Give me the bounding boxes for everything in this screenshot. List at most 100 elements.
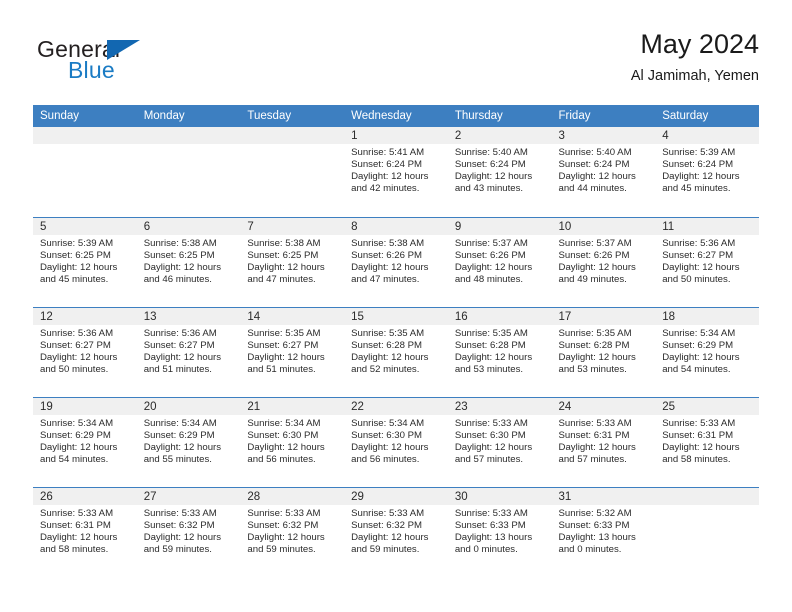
daylight-text: Daylight: 12 hours and 58 minutes. xyxy=(40,531,118,555)
calendar-day-cell[interactable]: 8 Sunrise: 5:38 AM Sunset: 6:26 PM Daylight… xyxy=(344,216,448,307)
sunset-text: Sunset: 6:32 PM xyxy=(247,519,319,531)
sunrise-text: Sunrise: 5:33 AM xyxy=(558,417,632,429)
calendar-day-cell[interactable]: 28 Sunrise: 5:33 AM Sunset: 6:32 PM Dayligh… xyxy=(240,486,345,577)
sunrise-text: Sunrise: 5:40 AM xyxy=(454,147,528,158)
calendar-week-row: 1 Sunrise: 5:41 AM Sunset: 6:24 PM Daylight… xyxy=(33,127,759,217)
calendar-day-cell[interactable]: 7 Sunrise: 5:38 AM Sunset: 6:25 PM Daylight… xyxy=(240,216,345,307)
weekday-header-sunday: Sunday xyxy=(33,105,137,127)
calendar-day-cell[interactable]: 19 Sunrise: 5:34 AM Sunset: 6:29 PM Dayligh… xyxy=(33,396,137,487)
general-blue-logo[interactable]: General Blue xyxy=(37,36,217,92)
calendar-day-cell[interactable]: 2 Sunrise: 5:40 AM Sunset: 6:24 PM Daylight… xyxy=(447,127,552,217)
sunset-text: Sunset: 6:26 PM xyxy=(558,249,630,261)
sunset-text: Sunset: 6:32 PM xyxy=(351,519,423,531)
calendar-day-cell[interactable]: 18 Sunrise: 5:34 AM Sunset: 6:29 PM Dayligh… xyxy=(655,306,759,397)
day-number: 28 xyxy=(240,487,345,505)
day-number: 9 xyxy=(447,217,552,235)
calendar-day-cell[interactable]: 12 Sunrise: 5:36 AM Sunset: 6:27 PM Dayligh… xyxy=(33,306,137,397)
calendar-day-cell-empty xyxy=(655,486,759,577)
sunrise-text: Sunrise: 5:39 AM xyxy=(662,147,736,158)
calendar-day-cell[interactable]: 30 Sunrise: 5:33 AM Sunset: 6:33 PM Dayligh… xyxy=(447,486,552,577)
calendar-day-cell[interactable]: 24 Sunrise: 5:33 AM Sunset: 6:31 PM Dayligh… xyxy=(551,396,656,487)
calendar-day-cell[interactable]: 17 Sunrise: 5:35 AM Sunset: 6:28 PM Dayligh… xyxy=(551,306,656,397)
calendar-day-cell[interactable]: 3 Sunrise: 5:40 AM Sunset: 6:24 PM Daylight… xyxy=(551,127,656,217)
sunset-text: Sunset: 6:31 PM xyxy=(558,429,630,441)
calendar-day-cell[interactable]: 5 Sunrise: 5:39 AM Sunset: 6:25 PM Daylight… xyxy=(33,216,137,307)
sunrise-text: Sunrise: 5:33 AM xyxy=(351,507,425,519)
calendar-day-cell[interactable]: 15 Sunrise: 5:35 AM Sunset: 6:28 PM Dayligh… xyxy=(344,306,448,397)
day-number: 6 xyxy=(136,217,241,235)
sunset-text: Sunset: 6:31 PM xyxy=(662,429,734,441)
sunrise-text: Sunrise: 5:34 AM xyxy=(247,417,321,429)
sunrise-text: Sunrise: 5:34 AM xyxy=(143,417,217,429)
day-number: 3 xyxy=(551,127,656,144)
daylight-text: Daylight: 12 hours and 50 minutes. xyxy=(662,261,740,285)
sunset-text: Sunset: 6:25 PM xyxy=(40,249,111,261)
calendar-day-cell[interactable]: 13 Sunrise: 5:36 AM Sunset: 6:27 PM Dayligh… xyxy=(136,306,241,397)
sunset-text: Sunset: 6:28 PM xyxy=(454,339,526,351)
day-details: Sunrise: 5:33 AM Sunset: 6:32 PM Daylight:… xyxy=(240,505,344,556)
calendar-day-cell[interactable]: 1 Sunrise: 5:41 AM Sunset: 6:24 PM Daylight… xyxy=(344,127,448,217)
calendar-body: 1 Sunrise: 5:41 AM Sunset: 6:24 PM Daylight… xyxy=(33,127,759,577)
page-title: May 2024 xyxy=(640,29,759,59)
daylight-text: Daylight: 12 hours and 56 minutes. xyxy=(351,441,429,465)
calendar-day-cell[interactable]: 29 Sunrise: 5:33 AM Sunset: 6:32 PM Dayligh… xyxy=(344,486,448,577)
day-number: 10 xyxy=(551,217,656,235)
calendar-day-cell-empty xyxy=(240,127,345,217)
day-details: Sunrise: 5:38 AM Sunset: 6:26 PM Daylight:… xyxy=(344,235,448,286)
calendar-day-cell[interactable]: 22 Sunrise: 5:34 AM Sunset: 6:30 PM Dayligh… xyxy=(344,396,448,487)
sunrise-text: Sunrise: 5:35 AM xyxy=(558,327,632,339)
calendar-day-cell-empty xyxy=(33,127,137,217)
calendar-day-cell[interactable]: 16 Sunrise: 5:35 AM Sunset: 6:28 PM Dayligh… xyxy=(447,306,552,397)
sunset-text: Sunset: 6:26 PM xyxy=(454,249,526,261)
day-number: 13 xyxy=(136,307,241,325)
calendar-day-cell[interactable]: 10 Sunrise: 5:37 AM Sunset: 6:26 PM Dayligh… xyxy=(551,216,656,307)
calendar-week-row: 12 Sunrise: 5:36 AM Sunset: 6:27 PM Dayligh… xyxy=(33,306,759,397)
sunrise-text: Sunrise: 5:35 AM xyxy=(454,327,528,339)
day-number: 1 xyxy=(344,127,448,144)
day-number: 17 xyxy=(551,307,656,325)
day-number: 11 xyxy=(655,217,759,235)
sunset-text: Sunset: 6:25 PM xyxy=(143,249,215,261)
day-details: Sunrise: 5:34 AM Sunset: 6:29 PM Daylight:… xyxy=(137,415,241,466)
sunrise-text: Sunrise: 5:38 AM xyxy=(143,237,217,249)
daylight-text: Daylight: 12 hours and 48 minutes. xyxy=(454,261,533,285)
calendar-day-cell[interactable]: 25 Sunrise: 5:33 AM Sunset: 6:31 PM Dayligh… xyxy=(655,396,759,487)
day-number: 20 xyxy=(136,397,241,415)
sunset-text: Sunset: 6:28 PM xyxy=(351,339,423,351)
calendar-day-cell[interactable]: 31 Sunrise: 5:32 AM Sunset: 6:33 PM Dayligh… xyxy=(551,486,656,577)
sunset-text: Sunset: 6:27 PM xyxy=(247,339,319,351)
calendar-day-cell[interactable]: 21 Sunrise: 5:34 AM Sunset: 6:30 PM Dayligh… xyxy=(240,396,345,487)
calendar-day-cell[interactable]: 11 Sunrise: 5:36 AM Sunset: 6:27 PM Dayligh… xyxy=(655,216,759,307)
day-number: 19 xyxy=(33,397,137,415)
day-details: Sunrise: 5:38 AM Sunset: 6:25 PM Daylight:… xyxy=(240,235,344,286)
sunset-text: Sunset: 6:29 PM xyxy=(662,339,734,351)
daylight-text: Daylight: 12 hours and 53 minutes. xyxy=(454,351,533,375)
weekday-header-friday: Friday xyxy=(551,105,656,127)
daylight-text: Daylight: 12 hours and 46 minutes. xyxy=(143,261,222,285)
calendar-day-cell[interactable]: 20 Sunrise: 5:34 AM Sunset: 6:29 PM Dayligh… xyxy=(136,396,241,487)
weekday-header-saturday: Saturday xyxy=(655,105,759,127)
sunrise-text: Sunrise: 5:36 AM xyxy=(40,327,114,339)
calendar-day-cell[interactable]: 9 Sunrise: 5:37 AM Sunset: 6:26 PM Daylight… xyxy=(447,216,552,307)
sunrise-text: Sunrise: 5:41 AM xyxy=(351,147,425,158)
weekday-header-wednesday: Wednesday xyxy=(344,105,448,127)
day-number: 8 xyxy=(344,217,448,235)
calendar-day-cell[interactable]: 26 Sunrise: 5:33 AM Sunset: 6:31 PM Dayligh… xyxy=(33,486,137,577)
sunset-text: Sunset: 6:25 PM xyxy=(247,249,319,261)
day-details: Sunrise: 5:39 AM Sunset: 6:24 PM Daylight:… xyxy=(655,144,759,195)
day-number: 4 xyxy=(655,127,759,144)
calendar-day-cell[interactable]: 14 Sunrise: 5:35 AM Sunset: 6:27 PM Dayligh… xyxy=(240,306,345,397)
calendar-day-cell[interactable]: 23 Sunrise: 5:33 AM Sunset: 6:30 PM Dayligh… xyxy=(447,396,552,487)
day-details: Sunrise: 5:34 AM Sunset: 6:30 PM Daylight:… xyxy=(240,415,344,466)
calendar-week-row: 26 Sunrise: 5:33 AM Sunset: 6:31 PM Dayligh… xyxy=(33,486,759,577)
calendar-week-row: 19 Sunrise: 5:34 AM Sunset: 6:29 PM Dayligh… xyxy=(33,396,759,487)
calendar-day-cell[interactable]: 6 Sunrise: 5:38 AM Sunset: 6:25 PM Daylight… xyxy=(136,216,241,307)
daylight-text: Daylight: 12 hours and 55 minutes. xyxy=(143,441,222,465)
page-location: Al Jamimah, Yemen xyxy=(630,68,759,84)
calendar-day-cell[interactable]: 27 Sunrise: 5:33 AM Sunset: 6:32 PM Dayligh… xyxy=(136,486,241,577)
day-number xyxy=(240,127,345,144)
day-number xyxy=(655,487,759,505)
calendar-day-cell[interactable]: 4 Sunrise: 5:39 AM Sunset: 6:24 PM Daylight… xyxy=(655,127,759,217)
day-details: Sunrise: 5:33 AM Sunset: 6:31 PM Daylight:… xyxy=(552,415,656,466)
weekday-header-thursday: Thursday xyxy=(447,105,552,127)
